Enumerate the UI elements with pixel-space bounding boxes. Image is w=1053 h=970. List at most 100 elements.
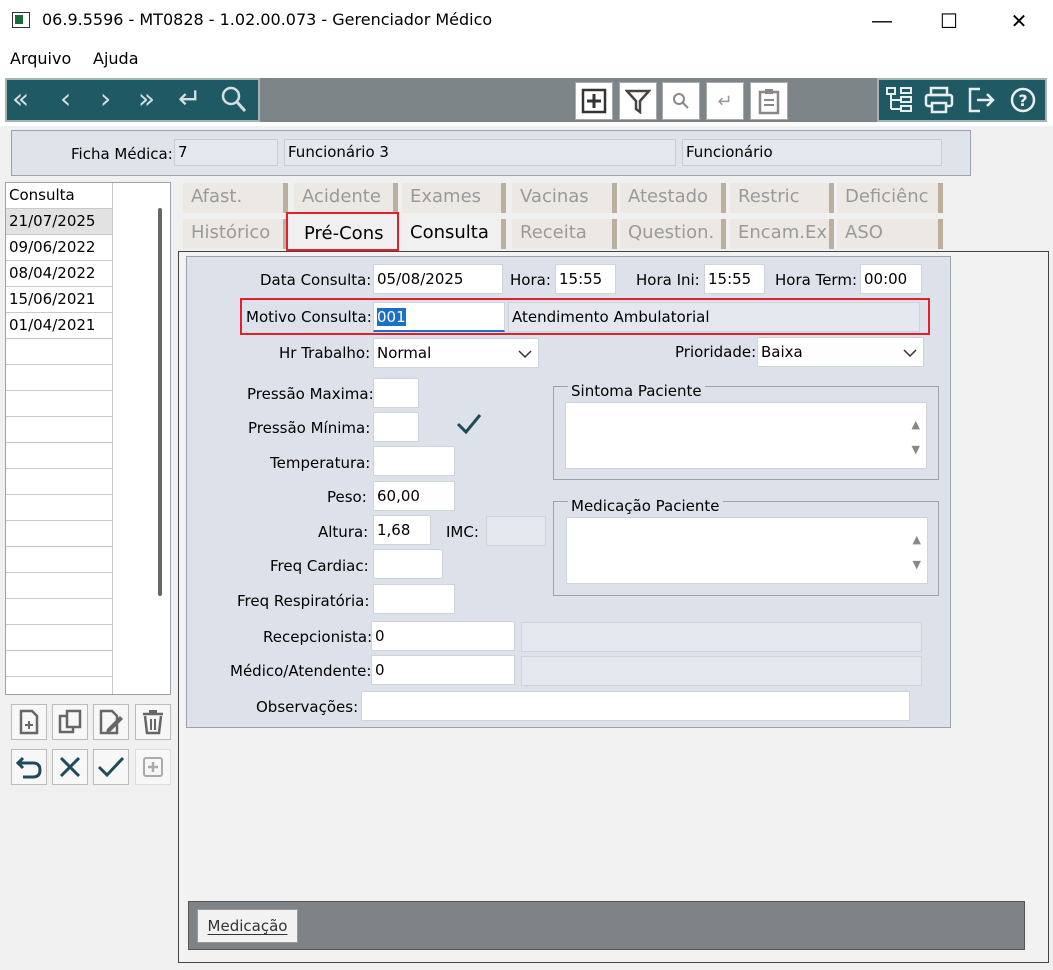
scroll-up-icon[interactable]: ▲ <box>913 526 921 554</box>
bottom-bar <box>188 901 1025 950</box>
next-record-icon[interactable]: › <box>100 82 111 116</box>
return-icon[interactable]: ↵ <box>178 82 201 116</box>
list-item[interactable] <box>6 677 112 694</box>
motivo-label: Motivo Consulta: <box>246 308 372 326</box>
altura-input[interactable]: 1,68 <box>373 515 431 545</box>
tab-atestado[interactable]: Atestado <box>620 183 726 213</box>
tab-receita[interactable]: Receita <box>512 219 617 249</box>
tab-deficienc[interactable]: Deficiênc <box>837 183 943 213</box>
list-item[interactable] <box>6 365 112 391</box>
first-record-icon[interactable]: « <box>12 82 29 116</box>
tab-question[interactable]: Question. <box>620 219 726 249</box>
peso-input[interactable]: 60,00 <box>373 481 455 511</box>
list-item[interactable] <box>6 573 112 599</box>
scroll-down-icon[interactable]: ▼ <box>913 551 921 579</box>
new-document-icon <box>19 709 39 735</box>
list-item[interactable] <box>6 625 112 651</box>
data-consulta-input[interactable]: 05/08/2025 <box>373 264 503 294</box>
pressao-maxima-label: Pressão Maxima: <box>247 385 374 403</box>
tree-icon[interactable] <box>884 85 914 119</box>
list-item[interactable] <box>6 469 112 495</box>
pressao-maxima-input[interactable] <box>373 378 419 408</box>
list-item[interactable]: 01/04/2021 <box>6 313 112 339</box>
temperatura-input[interactable] <box>373 446 455 476</box>
list-column-divider <box>112 183 113 694</box>
help-icon[interactable]: ? <box>1009 85 1039 119</box>
tab-afast[interactable]: Afast. <box>183 183 288 213</box>
tab-encam-ex[interactable]: Encam.Ex <box>730 219 834 249</box>
last-record-icon[interactable]: » <box>138 82 155 116</box>
pressao-minima-input[interactable] <box>373 412 419 442</box>
cancel-button[interactable] <box>52 749 88 785</box>
list-item[interactable] <box>6 495 112 521</box>
motivo-description-field: Atendimento Ambulatorial <box>508 302 920 332</box>
sintoma-title: Sintoma Paciente <box>568 382 705 400</box>
freq-cardiac-input[interactable] <box>373 549 443 579</box>
enter-icon: ↵ <box>717 90 733 111</box>
minimize-button[interactable]: — <box>853 0 911 42</box>
hora-ini-input[interactable]: 15:55 <box>704 264 765 294</box>
confirm-button[interactable] <box>93 749 129 785</box>
pressao-checkbox[interactable] <box>455 411 483 441</box>
edit-button[interactable] <box>93 704 129 740</box>
search-icon[interactable] <box>220 85 248 119</box>
scroll-down-icon[interactable]: ▼ <box>912 436 920 464</box>
exit-icon[interactable] <box>966 85 998 119</box>
recepcionista-input[interactable]: 0 <box>371 621 515 651</box>
list-item[interactable] <box>6 391 112 417</box>
menu-ajuda[interactable]: Ajuda <box>93 49 139 68</box>
medicacao-button[interactable]: Medicação <box>197 909 298 943</box>
hora-input[interactable]: 15:55 <box>555 264 616 294</box>
add-disabled-button[interactable] <box>135 749 171 785</box>
check-icon <box>456 414 482 435</box>
new-record-button[interactable] <box>575 82 613 120</box>
hr-trabalho-select[interactable]: Normal <box>373 338 539 368</box>
list-item[interactable] <box>6 443 112 469</box>
medico-input[interactable]: 0 <box>371 655 515 685</box>
data-consulta-label: Data Consulta: <box>260 271 372 289</box>
delete-button[interactable] <box>135 704 171 740</box>
previous-record-icon[interactable]: ‹ <box>60 82 71 116</box>
medicacao-textarea[interactable]: ▲ ▼ <box>566 517 928 584</box>
list-item[interactable] <box>6 547 112 573</box>
list-item[interactable] <box>6 521 112 547</box>
menu-arquivo[interactable]: Arquivo <box>10 49 71 68</box>
tab-vacinas[interactable]: Vacinas <box>512 183 617 213</box>
close-button[interactable]: ✕ <box>990 0 1048 42</box>
list-scrollbar[interactable] <box>158 208 162 596</box>
tab-exames[interactable]: Exames <box>402 183 506 213</box>
hora-term-label: Hora Term: <box>775 271 857 289</box>
zoom-search-button[interactable] <box>662 82 700 120</box>
filter-button[interactable] <box>619 82 657 120</box>
list-item[interactable]: 15/06/2021 <box>6 287 112 313</box>
list-item[interactable] <box>6 339 112 365</box>
scroll-up-icon[interactable]: ▲ <box>912 411 920 439</box>
clipboard-button[interactable] <box>750 82 788 120</box>
list-item[interactable] <box>6 417 112 443</box>
copy-button[interactable] <box>52 704 88 740</box>
maximize-button[interactable]: ☐ <box>920 0 978 42</box>
tab-aso[interactable]: ASO <box>837 219 943 249</box>
list-item[interactable]: 21/07/2025 <box>6 209 112 235</box>
tab-restric[interactable]: Restric <box>730 183 834 213</box>
freq-respiratoria-input[interactable] <box>373 584 455 614</box>
new-document-button[interactable] <box>11 704 47 740</box>
list-item[interactable] <box>6 599 112 625</box>
undo-button[interactable] <box>11 749 47 785</box>
list-item[interactable]: 08/04/2022 <box>6 261 112 287</box>
list-item[interactable] <box>6 651 112 677</box>
prioridade-value: Baixa <box>761 343 803 361</box>
hr-trabalho-label: Hr Trabalho: <box>279 344 371 362</box>
enter-button[interactable]: ↵ <box>706 82 744 120</box>
tab-acidente[interactable]: Acidente <box>294 183 398 213</box>
motivo-code-input[interactable]: 001 <box>373 302 505 332</box>
tab-consulta[interactable]: Consulta <box>402 219 506 249</box>
tab-historico[interactable]: Histórico <box>183 219 288 249</box>
print-icon[interactable] <box>923 85 955 119</box>
list-item[interactable]: 09/06/2022 <box>6 235 112 261</box>
tab-pre-consulta[interactable]: Pré-Cons <box>286 212 399 251</box>
sintoma-textarea[interactable]: ▲ ▼ <box>565 402 927 469</box>
prioridade-select[interactable]: Baixa <box>757 337 924 367</box>
hora-term-input[interactable]: 00:00 <box>860 264 922 294</box>
observacoes-input[interactable] <box>361 691 910 721</box>
